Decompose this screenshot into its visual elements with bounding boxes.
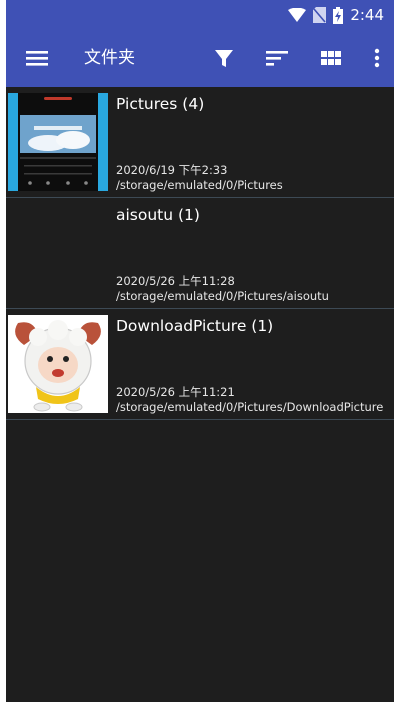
hamburger-menu-icon[interactable] xyxy=(26,47,48,69)
folder-row-pictures[interactable]: Pictures (4) 2020/6/19 下午2:33 /storage/e… xyxy=(6,87,394,198)
app-toolbar: 文件夹 xyxy=(6,30,394,87)
cartoon-lamb-thumbnail xyxy=(8,315,108,413)
no-sim-icon xyxy=(313,7,327,23)
grid-view-icon[interactable] xyxy=(320,47,342,69)
status-icons: 2:44 xyxy=(288,5,384,25)
folder-date: 2020/5/26 上午11:28 xyxy=(116,274,235,288)
filter-icon[interactable] xyxy=(213,47,235,69)
phone-screenshot-thumbnail xyxy=(8,93,108,191)
folder-title: aisoutu (1) xyxy=(116,206,200,224)
more-vert-icon[interactable] xyxy=(366,47,388,69)
wifi-icon xyxy=(288,8,307,22)
clock: 2:44 xyxy=(350,6,384,24)
page-title: 文件夹 xyxy=(84,48,135,68)
folder-list: Pictures (4) 2020/6/19 下午2:33 /storage/e… xyxy=(6,87,394,420)
folder-row-downloadpicture[interactable]: DownloadPicture (1) 2020/5/26 上午11:21 /s… xyxy=(6,309,394,420)
app-window: 2:44 文件夹 Pictures (4) 2020/6/19 下午2:33 /… xyxy=(6,0,394,702)
status-bar: 2:44 xyxy=(6,0,394,30)
folder-row-aisoutu[interactable]: aisoutu (1) 2020/5/26 上午11:28 /storage/e… xyxy=(6,198,394,309)
sort-icon[interactable] xyxy=(266,47,288,69)
folder-date: 2020/5/26 上午11:21 xyxy=(116,385,235,399)
folder-path: /storage/emulated/0/Pictures xyxy=(116,178,283,192)
folder-path: /storage/emulated/0/Pictures/DownloadPic… xyxy=(116,400,384,414)
battery-charging-icon xyxy=(333,6,344,24)
folder-date: 2020/6/19 下午2:33 xyxy=(116,163,228,177)
folder-title: DownloadPicture (1) xyxy=(116,317,274,335)
folder-path: /storage/emulated/0/Pictures/aisoutu xyxy=(116,289,329,303)
folder-title: Pictures (4) xyxy=(116,95,205,113)
